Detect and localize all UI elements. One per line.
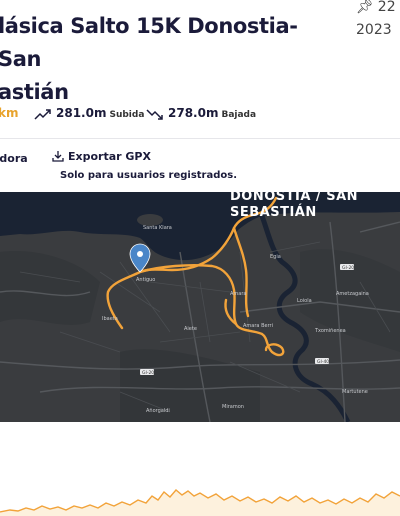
place-label: Ibaeta	[102, 316, 118, 322]
distance-unit: km	[0, 106, 19, 120]
race-title: lásica Salto 15K Donostia-San astián	[0, 10, 338, 109]
road-shield: GI-20	[140, 369, 154, 376]
race-title-line-1: lásica Salto 15K Donostia-San	[0, 14, 298, 71]
download-icon	[52, 151, 64, 162]
place-label: Txomiñenea	[314, 328, 346, 334]
place-label: Egia	[270, 254, 281, 260]
place-label: Martutene	[342, 389, 368, 395]
svg-text:GI-40: GI-40	[317, 359, 329, 365]
descent-stat: 278.0m Bajada	[146, 106, 256, 120]
date-line-1: 22 d	[377, 0, 400, 15]
export-note: Solo para usuarios registrados.	[60, 170, 238, 181]
viewer-button[interactable]: adora	[0, 152, 28, 165]
export-gpx-button[interactable]: Exportar GPX	[52, 150, 151, 163]
start-marker[interactable]	[129, 243, 151, 273]
svg-text:GI-20: GI-20	[142, 370, 154, 376]
route-map[interactable]: DONOSTIA / SAN SEBASTIÁN Santa Klara Ant…	[0, 192, 400, 422]
elevation-fill	[0, 490, 400, 516]
place-label: Amara	[230, 291, 246, 297]
place-label: Amara Berri	[243, 323, 273, 329]
ascent-stat: 281.0m Subida	[34, 106, 144, 120]
elevation-profile	[0, 489, 400, 516]
svg-text:GI-20: GI-20	[342, 265, 354, 271]
trend-down-icon	[146, 108, 163, 120]
terrain-patch	[120, 349, 260, 422]
descent-label: Bajada	[221, 110, 257, 120]
road-shield: GI-40	[315, 358, 329, 365]
ascent-label: Subida	[109, 110, 145, 120]
race-title-line-2: astián	[0, 80, 69, 104]
place-label: Loiola	[297, 298, 312, 304]
place-label: Añorgaldi	[146, 408, 170, 414]
descent-value: 278.0m	[168, 106, 219, 120]
pin-icon: 📌︎	[356, 0, 374, 15]
map-canvas: DONOSTIA / SAN SEBASTIÁN Santa Klara Ant…	[0, 192, 400, 422]
city-label-line-2: SEBASTIÁN	[230, 204, 317, 220]
road-shield: GI-20	[340, 264, 354, 271]
place-label: Ametzagaina	[336, 291, 369, 297]
race-date: 📌︎22 d 2023	[356, 0, 400, 42]
date-line-2: 2023	[356, 22, 392, 38]
place-label: Miramon	[222, 404, 244, 410]
export-gpx-label: Exportar GPX	[68, 150, 151, 163]
ascent-value: 281.0m	[56, 106, 107, 120]
place-label: Antiguo	[136, 277, 155, 283]
terrain-patch	[0, 251, 100, 325]
place-label: Aiete	[184, 326, 197, 332]
place-label: Santa Klara	[143, 225, 172, 231]
trend-up-icon	[34, 108, 51, 120]
city-label-line-1: DONOSTIA / SAN	[230, 192, 358, 204]
divider	[0, 138, 400, 139]
